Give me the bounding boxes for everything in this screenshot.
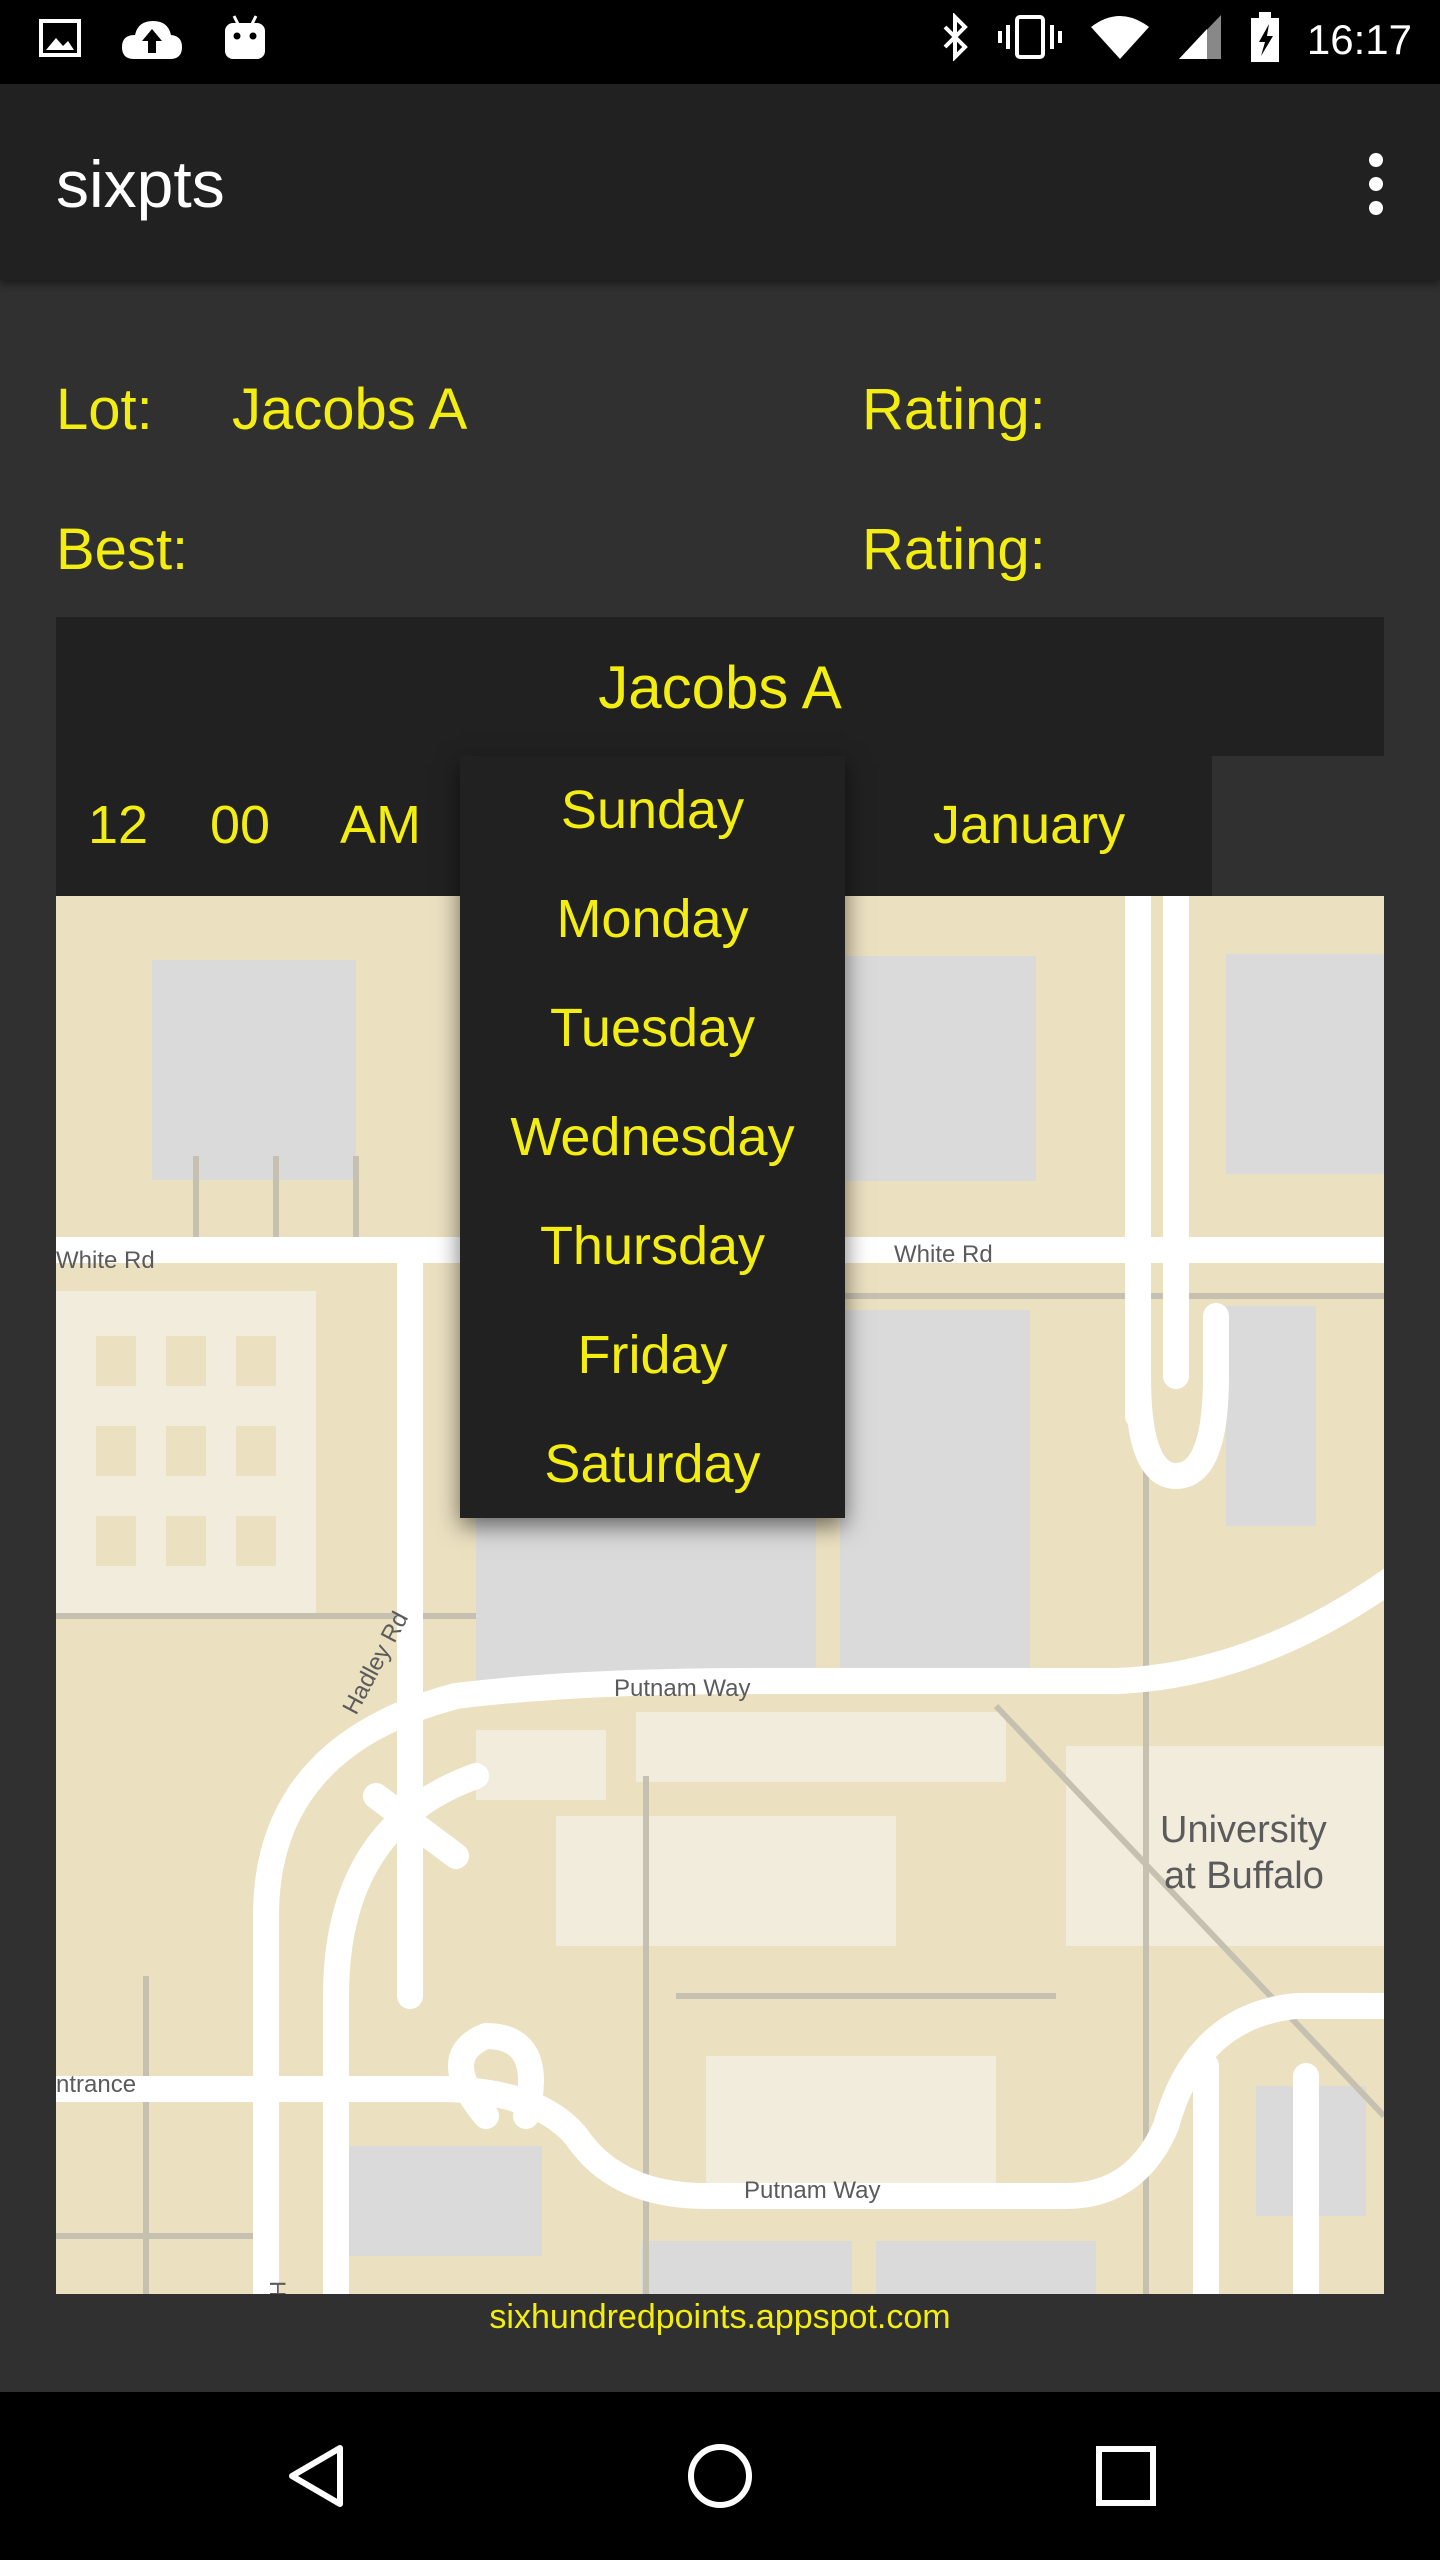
lot-label: Lot: bbox=[56, 377, 153, 442]
wifi-icon bbox=[1089, 13, 1151, 66]
lot-card-title: Jacobs A bbox=[598, 654, 842, 721]
map-label-putnam-way-bottom: Putnam Way bbox=[744, 2177, 881, 2204]
vibrate-icon bbox=[997, 13, 1063, 66]
day-dropdown[interactable]: Sunday Monday Tuesday Wednesday Thursday… bbox=[460, 756, 845, 1518]
day-option-monday[interactable]: Monday bbox=[460, 865, 845, 973]
battery-icon bbox=[1249, 10, 1281, 69]
day-option-thursday[interactable]: Thursday bbox=[460, 1192, 845, 1300]
image-icon bbox=[38, 16, 82, 65]
lot-card-header: Jacobs A bbox=[56, 617, 1384, 756]
best-label: Best: bbox=[56, 517, 189, 582]
footer-link[interactable]: sixhundredpoints.appspot.com bbox=[0, 2298, 1440, 2337]
app-bar: sixpts bbox=[0, 84, 1440, 280]
cloud-upload-icon bbox=[120, 15, 184, 66]
minute-picker[interactable]: 00 bbox=[210, 794, 270, 856]
nav-bar bbox=[0, 2392, 1440, 2560]
lot-value: Jacobs A bbox=[232, 377, 468, 442]
bluetooth-icon bbox=[939, 12, 971, 66]
map-label-university-2: at Buffalo bbox=[1164, 1855, 1324, 1897]
cellular-icon bbox=[1177, 13, 1223, 66]
map-label-white-rd-right: White Rd bbox=[894, 1241, 993, 1268]
time-row-spacer bbox=[1212, 756, 1384, 896]
back-icon[interactable] bbox=[284, 2442, 348, 2515]
app-title: sixpts bbox=[56, 147, 225, 221]
ampm-picker[interactable]: AM bbox=[340, 794, 421, 856]
map-label-entrance: ntrance bbox=[56, 2071, 136, 2098]
day-option-wednesday[interactable]: Wednesday bbox=[460, 1083, 845, 1191]
android-icon bbox=[222, 14, 268, 67]
map-label-h: H bbox=[265, 2281, 290, 2294]
rating-label-lot: Rating: bbox=[862, 377, 1046, 442]
day-option-friday[interactable]: Friday bbox=[460, 1301, 845, 1409]
day-option-saturday[interactable]: Saturday bbox=[460, 1410, 845, 1518]
map-label-university-1: University bbox=[1160, 1809, 1327, 1851]
hour-picker[interactable]: 12 bbox=[88, 794, 148, 856]
map-label-putnam-way-top: Putnam Way bbox=[614, 1675, 751, 1702]
month-picker[interactable]: January bbox=[933, 794, 1125, 856]
status-time: 16:17 bbox=[1306, 15, 1412, 63]
status-bar: 16:17 bbox=[0, 0, 1440, 84]
home-icon[interactable] bbox=[686, 2442, 754, 2515]
rating-label-best: Rating: bbox=[862, 517, 1046, 582]
day-option-sunday[interactable]: Sunday bbox=[460, 756, 845, 864]
recents-icon[interactable] bbox=[1094, 2444, 1158, 2513]
day-option-tuesday[interactable]: Tuesday bbox=[460, 974, 845, 1082]
overflow-menu-icon[interactable] bbox=[1348, 152, 1404, 216]
map-label-white-rd-left: White Rd bbox=[56, 1247, 155, 1274]
